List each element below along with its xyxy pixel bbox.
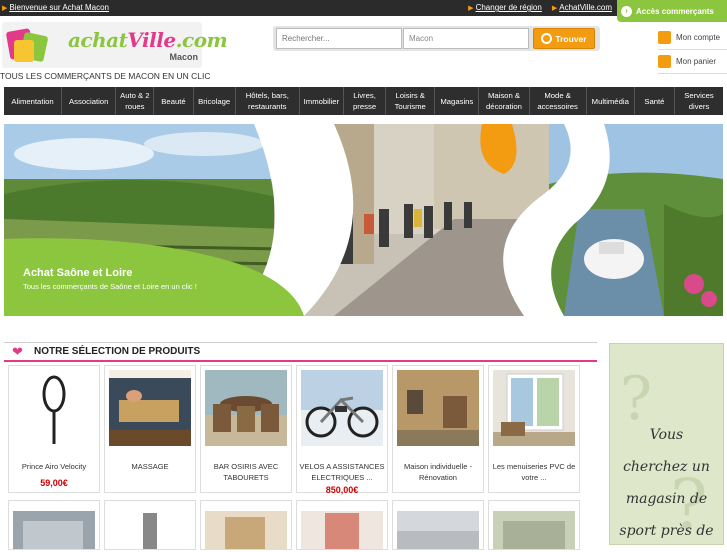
achatville-link[interactable]: AchatVille.com xyxy=(559,3,612,12)
product-image xyxy=(397,370,479,446)
product-image xyxy=(109,370,191,446)
my-cart-link[interactable]: Mon panier xyxy=(658,50,727,74)
banner-title: Achat Saône et Loire xyxy=(23,267,133,279)
product-image xyxy=(205,370,287,446)
shopping-bag-icon xyxy=(14,40,34,62)
product-image xyxy=(301,370,383,446)
nav-item-hotels[interactable]: Hôtels, bars, restaurants xyxy=(236,87,300,115)
product-name: BAR OSIRIS AVEC TABOURETS xyxy=(213,462,279,482)
search-bar: Trouver xyxy=(273,26,600,51)
change-region-link[interactable]: Changer de région xyxy=(476,3,542,12)
product-name: VELOS A ASSISTANCES ELECTRIQUES ... xyxy=(299,462,385,482)
search-button[interactable]: Trouver xyxy=(533,28,595,49)
product-card[interactable]: VELOS A ASSISTANCES ELECTRIQUES ... 850,… xyxy=(296,365,388,495)
product-card[interactable]: MASSAGE xyxy=(104,365,196,493)
arrow-icon: ▶ xyxy=(551,4,558,12)
cart-icon xyxy=(658,55,671,68)
product-name: Maison individuelle - Rénovation xyxy=(404,462,472,482)
product-image xyxy=(301,511,383,549)
product-card[interactable]: Les menuiseries PVC de votre ... xyxy=(488,365,580,493)
product-price: 850,00€ xyxy=(325,485,359,495)
product-price: 59,00€ xyxy=(40,478,68,488)
product-card[interactable] xyxy=(296,500,388,550)
nav-item-beaute[interactable]: Beauté xyxy=(154,87,194,115)
product-image xyxy=(493,511,575,549)
product-selection: ❤ NOTRE SÉLECTION DE PRODUITS Prince Air… xyxy=(4,342,597,552)
nav-item-alimentation[interactable]: Alimentation xyxy=(4,87,63,115)
product-card[interactable] xyxy=(200,500,292,550)
nav-item-magasins[interactable]: Magasins xyxy=(435,87,480,115)
nav-item-maison[interactable]: Maison & décoration xyxy=(479,87,530,115)
product-card[interactable] xyxy=(8,500,100,550)
tagline: TOUS LES COMMERÇANTS DE MACON EN UN CLIC xyxy=(0,71,211,81)
my-cart-label: Mon panier xyxy=(676,57,717,66)
nav-item-sante[interactable]: Santé xyxy=(635,87,675,115)
product-card[interactable]: Maison individuelle - Rénovation xyxy=(392,365,484,493)
search-icon xyxy=(541,33,553,44)
chevron-right-icon: › xyxy=(621,5,632,17)
nav-item-association[interactable]: Association xyxy=(62,87,117,115)
product-selection-title: NOTRE SÉLECTION DE PRODUITS xyxy=(34,346,201,357)
nav-item-immobilier[interactable]: Immobilier xyxy=(300,87,344,115)
sidebar-ad[interactable]: ? ? Vous cherchez un magasin de sport pr… xyxy=(609,343,724,545)
search-input[interactable] xyxy=(276,28,402,49)
product-card[interactable]: BAR OSIRIS AVEC TABOURETS xyxy=(200,365,292,493)
account-menu: Mon compte Mon panier xyxy=(658,26,727,74)
product-name: MASSAGE xyxy=(131,462,169,471)
product-card[interactable] xyxy=(104,500,196,550)
nav-item-bricolage[interactable]: Bricolage xyxy=(194,87,236,115)
product-image xyxy=(493,370,575,446)
merchants-access-label: Accès commerçants xyxy=(636,6,714,16)
nav-item-multimedia[interactable]: Multimédia xyxy=(587,87,635,115)
product-image xyxy=(205,511,287,549)
category-nav: Alimentation Association Auto & 2 roues … xyxy=(4,87,723,115)
product-selection-header: ❤ NOTRE SÉLECTION DE PRODUITS xyxy=(4,342,597,362)
nav-item-auto[interactable]: Auto & 2 roues xyxy=(116,87,155,115)
user-icon xyxy=(658,31,671,44)
arrow-icon: ▶ xyxy=(468,4,474,12)
product-image xyxy=(13,511,95,549)
merchants-access-button[interactable]: › Accès commerçants xyxy=(617,0,727,22)
logo-city: Macon xyxy=(169,52,198,62)
ad-text: Vous cherchez un magasin de sport près d… xyxy=(619,427,714,539)
hero-banner[interactable]: Achat Saône et Loire Tous les commerçant… xyxy=(4,124,723,316)
product-card[interactable] xyxy=(392,500,484,550)
nav-item-services[interactable]: Services divers xyxy=(675,87,723,115)
search-button-label: Trouver xyxy=(555,33,587,44)
banner-subtitle: Tous les commerçants de Saône et Loire e… xyxy=(23,282,197,291)
site-logo[interactable]: achatVille.com Macon xyxy=(2,22,228,68)
logo-text: achatVille.com xyxy=(68,28,228,52)
nav-item-loisirs[interactable]: Loisirs & Tourisme xyxy=(386,87,436,115)
product-name: Prince Airo Velocity xyxy=(21,462,87,471)
my-account-label: Mon compte xyxy=(676,33,721,42)
product-card[interactable] xyxy=(488,500,580,550)
product-image xyxy=(109,511,191,549)
nav-item-livres[interactable]: Livres, presse xyxy=(344,87,387,115)
heart-icon: ❤ xyxy=(12,343,23,359)
product-image xyxy=(13,370,95,446)
product-image xyxy=(397,511,479,549)
arrow-icon: ▶ xyxy=(2,4,8,12)
product-name: Les menuiseries PVC de votre ... xyxy=(492,462,576,482)
nav-item-mode[interactable]: Mode & accessoires xyxy=(530,87,587,115)
product-card[interactable]: Prince Airo Velocity 59,00€ xyxy=(8,365,100,493)
my-account-link[interactable]: Mon compte xyxy=(658,26,727,50)
welcome-link[interactable]: Bienvenue sur Achat Macon xyxy=(9,3,109,12)
location-input[interactable] xyxy=(403,28,529,49)
